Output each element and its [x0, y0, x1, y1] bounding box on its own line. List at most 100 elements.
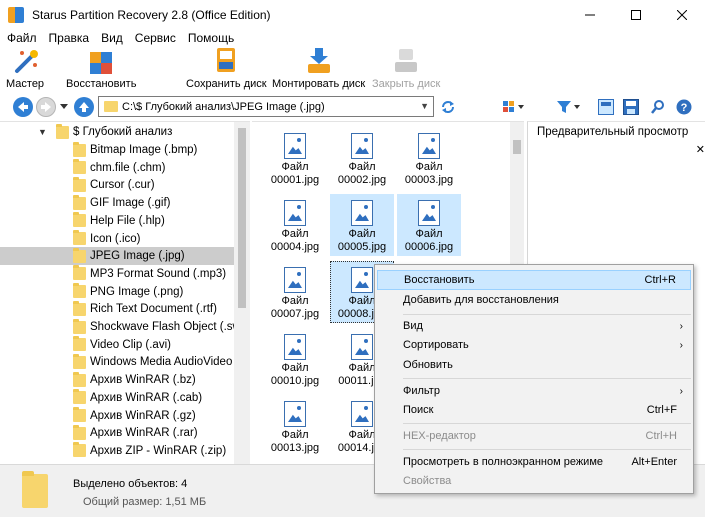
menu-file[interactable]: Файл	[0, 31, 43, 45]
ctx-hex-editor[interactable]: HEX-редактор Ctrl+H	[377, 426, 691, 446]
path-field[interactable]: C:\$ Глубокий анализ\JPEG Image (.jpg) ▼	[98, 96, 434, 117]
tree-item[interactable]: Архив WinRAR (.gz)	[0, 407, 234, 425]
back-button[interactable]	[13, 97, 33, 117]
folder-icon	[73, 265, 86, 281]
file-name: Файл 00004.jpg	[271, 228, 319, 254]
ctx-view[interactable]: Вид ›	[377, 316, 691, 336]
tree-scrollbar[interactable]	[234, 122, 250, 464]
menu-view[interactable]: Вид	[95, 31, 129, 45]
tree-item-label: GIF Image (.gif)	[90, 197, 171, 210]
ctx-filter[interactable]: Фильтр ›	[377, 381, 691, 401]
refresh-button[interactable]	[438, 97, 458, 117]
tree-item[interactable]: GIF Image (.gif)	[0, 194, 234, 212]
history-dropdown[interactable]	[58, 97, 70, 117]
file-name: Файл 00003.jpg	[405, 161, 453, 187]
file-item[interactable]: Файл 00005.jpg	[330, 194, 394, 256]
file-name: Файл 00006.jpg	[405, 228, 453, 254]
file-item[interactable]: Файл 00006.jpg	[397, 194, 461, 256]
tree-item[interactable]: Архив WinRAR (.rar)	[0, 424, 234, 442]
file-item[interactable]: Файл 00013.jpg	[263, 395, 327, 457]
file-item[interactable]: Файл 00001.jpg	[263, 127, 327, 189]
arrow-left-icon	[18, 102, 28, 112]
close-icon	[677, 9, 687, 20]
tree-item-label: Shockwave Flash Object (.swf)	[90, 321, 248, 333]
filter-button[interactable]	[555, 97, 583, 117]
close-button[interactable]	[659, 0, 705, 29]
tree-root[interactable]: ▼ $ Глубокий анализ	[0, 123, 234, 141]
tree-item[interactable]: MP3 Format Sound (.mp3)	[0, 265, 234, 283]
tree-item[interactable]: Bitmap Image (.bmp)	[0, 141, 234, 159]
file-name-line2: 00005.jpg	[337, 241, 387, 253]
file-name: Файл 00002.jpg	[338, 161, 386, 187]
menu-service[interactable]: Сервис	[129, 31, 182, 45]
file-name-line1: Файл	[281, 295, 309, 307]
window-title: Starus Partition Recovery 2.8 (Office Ed…	[32, 7, 271, 22]
tree-item[interactable]: Video Clip (.avi)	[0, 336, 234, 354]
expand-arrow-icon[interactable]: ▼	[38, 127, 47, 137]
file-item[interactable]: Файл 00010.jpg	[263, 328, 327, 390]
menu-edit[interactable]: Правка	[43, 31, 96, 45]
tree-item[interactable]: chm.file (.chm)	[0, 159, 234, 177]
preview-close-icon[interactable]: ✕	[696, 143, 705, 156]
restore-button[interactable]: Восстановить	[66, 46, 136, 90]
tree-item-label: JPEG Image (.jpg)	[90, 250, 185, 263]
tree-item[interactable]: Cursor (.cur)	[0, 176, 234, 194]
file-name-line1: Файл	[415, 228, 443, 240]
tree-scroll-thumb[interactable]	[238, 128, 246, 308]
folder-icon	[104, 101, 118, 112]
search-icon	[651, 100, 664, 114]
maximize-icon	[631, 9, 641, 20]
tree-item[interactable]: Архив WinRAR (.cab)	[0, 389, 234, 407]
ctx-properties[interactable]: Свойства	[377, 471, 691, 491]
save-button[interactable]	[621, 97, 641, 117]
restore-label: Восстановить	[66, 78, 137, 90]
grid-scroll-thumb[interactable]	[513, 140, 521, 154]
wizard-button[interactable]: Мастер	[6, 46, 44, 90]
minimize-button[interactable]	[567, 0, 613, 29]
ctx-fullscreen-shortcut: Alt+Enter	[631, 456, 677, 468]
maximize-button[interactable]	[613, 0, 659, 29]
save-disk-button[interactable]: Сохранить диск	[186, 46, 267, 90]
chevron-right-icon: ›	[679, 320, 683, 332]
ctx-search[interactable]: Поиск Ctrl+F	[377, 400, 691, 420]
forward-button[interactable]	[36, 97, 56, 117]
ctx-fullscreen[interactable]: Просмотреть в полноэкранном режиме Alt+E…	[377, 452, 691, 472]
ctx-restore[interactable]: Восстановить Ctrl+R	[377, 270, 691, 290]
view-mode-button[interactable]	[500, 97, 528, 117]
help-button[interactable]: ?	[674, 97, 694, 117]
file-item[interactable]: Файл 00007.jpg	[263, 261, 327, 323]
view-grid-icon	[503, 101, 524, 112]
tree-item-label: MP3 Format Sound (.mp3)	[90, 267, 227, 280]
folder-large-icon	[22, 471, 48, 508]
tree-item[interactable]: JPEG Image (.jpg)	[0, 247, 234, 266]
ctx-sort-label: Сортировать	[403, 339, 469, 351]
file-item[interactable]: Файл 00004.jpg	[263, 194, 327, 256]
search-button[interactable]	[648, 97, 668, 117]
tree-item[interactable]: Windows Media AudioVideo fil	[0, 353, 244, 371]
file-name: Файл 00007.jpg	[271, 295, 319, 321]
menu-help[interactable]: Помощь	[182, 31, 240, 45]
folder-icon	[73, 194, 86, 210]
ctx-refresh[interactable]: Обновить	[377, 355, 691, 375]
tree-item[interactable]: Shockwave Flash Object (.swf)	[0, 318, 248, 336]
ctx-sort[interactable]: Сортировать ›	[377, 335, 691, 355]
preview-toggle-button[interactable]	[596, 97, 616, 117]
tree-item[interactable]: Rich Text Document (.rtf)	[0, 300, 234, 318]
toolbar: Мастер Восстановить Сохранить диск Монти…	[0, 46, 705, 93]
file-item[interactable]: Файл 00003.jpg	[397, 127, 461, 189]
file-name-line2: 00007.jpg	[270, 308, 320, 320]
tree-item-label: Архив WinRAR (.bz)	[90, 374, 196, 387]
up-button[interactable]	[74, 97, 94, 117]
close-disk-button[interactable]: Закрыть диск	[372, 46, 440, 90]
folder-tree[interactable]: ▼ $ Глубокий анализ Bitmap Image (.bmp) c…	[0, 121, 250, 464]
file-item[interactable]: Файл 00002.jpg	[330, 127, 394, 189]
chevron-down-icon[interactable]: ▼	[420, 101, 429, 111]
tree-item[interactable]: Help File (.hlp)	[0, 212, 234, 230]
mount-disk-button[interactable]: Монтировать диск	[272, 46, 365, 90]
tree-item[interactable]: Архив ZIP - WinRAR (.zip)	[0, 442, 234, 460]
tree-item[interactable]: Архив WinRAR (.bz)	[0, 371, 234, 389]
tree-item[interactable]: Icon (.ico)	[0, 230, 234, 248]
tree-item[interactable]: PNG Image (.png)	[0, 283, 234, 301]
ctx-add-for-restore[interactable]: Добавить для восстановления	[377, 290, 691, 310]
image-file-icon	[284, 200, 306, 226]
